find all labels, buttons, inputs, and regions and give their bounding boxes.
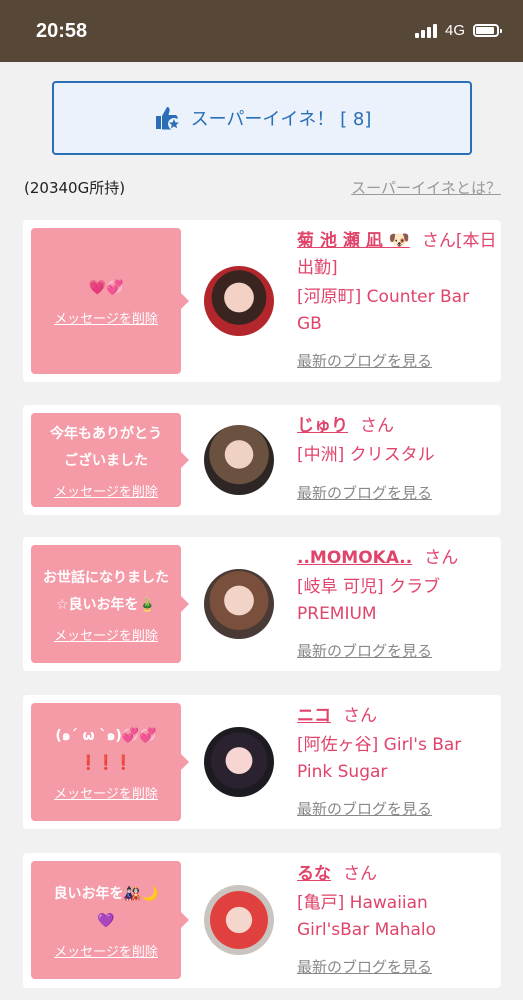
super-like-button[interactable]: スーパーイイネ！ [ 8]	[52, 81, 472, 155]
message-bubble: 💗💞 メッセージを削除	[31, 228, 189, 374]
status-time: 20:58	[36, 20, 88, 42]
message-text: 良いお年を🎎🌙 💜	[53, 885, 159, 929]
message-text: お世話になりました ☆良いお年を🎍	[43, 569, 169, 613]
card-info: じゅり さん [中洲] クリスタル	[297, 413, 497, 469]
latest-blog-link[interactable]: 最新のブログを見る	[297, 798, 432, 819]
avatar[interactable]	[204, 266, 274, 336]
card-info: ..MOMOKA.. さん [岐阜 可児] クラブPREMIUM	[297, 545, 497, 628]
network-label: 4G	[444, 22, 465, 39]
delete-message-link[interactable]: メッセージを削除	[54, 783, 158, 802]
message-text: 💗💞	[88, 280, 124, 296]
status-bar: 20:58 4G	[0, 0, 523, 62]
delete-message-link[interactable]: メッセージを削除	[54, 625, 158, 644]
latest-blog-link[interactable]: 最新のブログを見る	[297, 640, 432, 661]
name-suffix: さん	[360, 416, 394, 436]
delete-message-link[interactable]: メッセージを削除	[54, 308, 158, 327]
name-suffix: さん	[343, 706, 377, 726]
message-bubble: 良いお年を🎎🌙 💜 メッセージを削除	[31, 861, 189, 979]
avatar[interactable]	[204, 727, 274, 797]
shop-name: [亀戸] Hawaiian Girl'sBar Mahalo	[297, 893, 437, 940]
name-suffix: さん	[424, 548, 459, 568]
battery-icon	[473, 24, 502, 37]
shop-name: [阿佐ヶ谷] Girl's Bar Pink Sugar	[297, 735, 462, 782]
shop-name: [岐阜 可児] クラブPREMIUM	[297, 577, 441, 624]
shop-name: [河原町] Counter Bar GB	[297, 287, 470, 334]
user-name-link[interactable]: 菊 池 瀬 凪 🐶	[297, 231, 410, 251]
user-name-link[interactable]: ニコ	[297, 706, 331, 726]
like-card: 💗💞 メッセージを削除 菊 池 瀬 凪 🐶 さん[本日出勤] [河原町] Coun…	[23, 220, 501, 382]
delete-message-link[interactable]: メッセージを削除	[54, 941, 158, 960]
thumbs-up-star-icon	[153, 104, 181, 132]
avatar[interactable]	[204, 885, 274, 955]
user-name-link[interactable]: じゅり	[297, 416, 348, 436]
latest-blog-link[interactable]: 最新のブログを見る	[297, 956, 432, 977]
like-card: 良いお年を🎎🌙 💜 メッセージを削除 るな さん [亀戸] Hawaiian Gi…	[23, 853, 501, 988]
like-card: (๑ˊ ω ˋ๑)💞💞 ❗❗❗ メッセージを削除 ニコ さん [阿佐ヶ谷] Gir…	[23, 695, 501, 829]
message-bubble: 今年もありがとう ございました メッセージを削除	[31, 413, 189, 507]
avatar[interactable]	[204, 569, 274, 639]
message-text: (๑ˊ ω ˋ๑)💞💞 ❗❗❗	[55, 727, 157, 771]
status-indicators: 4G	[414, 22, 502, 39]
user-name-link[interactable]: るな	[297, 864, 331, 884]
avatar[interactable]	[204, 425, 274, 495]
super-like-label: スーパーイイネ！ [ 8]	[190, 109, 372, 130]
user-name-link[interactable]: ..MOMOKA..	[297, 548, 412, 568]
like-card: お世話になりました ☆良いお年を🎍 メッセージを削除 ..MOMOKA.. さん …	[23, 537, 501, 671]
card-info: 菊 池 瀬 凪 🐶 さん[本日出勤] [河原町] Counter Bar GB	[297, 228, 497, 338]
shop-name: [中洲] クリスタル	[297, 445, 435, 465]
what-is-super-like-link[interactable]: スーパーイイネとは？	[351, 177, 501, 198]
latest-blog-link[interactable]: 最新のブログを見る	[297, 350, 432, 371]
owned-points: (20340G所持)	[24, 179, 126, 197]
message-bubble: お世話になりました ☆良いお年を🎍 メッセージを削除	[31, 545, 189, 663]
card-info: ニコ さん [阿佐ヶ谷] Girl's Bar Pink Sugar	[297, 703, 497, 786]
like-card: 今年もありがとう ございました メッセージを削除 じゅり さん [中洲] クリスタ…	[23, 405, 501, 515]
signal-icon	[414, 23, 437, 38]
card-info: るな さん [亀戸] Hawaiian Girl'sBar Mahalo	[297, 861, 497, 944]
message-bubble: (๑ˊ ω ˋ๑)💞💞 ❗❗❗ メッセージを削除	[31, 703, 189, 821]
name-suffix: さん	[343, 864, 377, 884]
latest-blog-link[interactable]: 最新のブログを見る	[297, 482, 432, 503]
message-text: 今年もありがとう ございました	[50, 425, 162, 469]
delete-message-link[interactable]: メッセージを削除	[54, 481, 158, 500]
